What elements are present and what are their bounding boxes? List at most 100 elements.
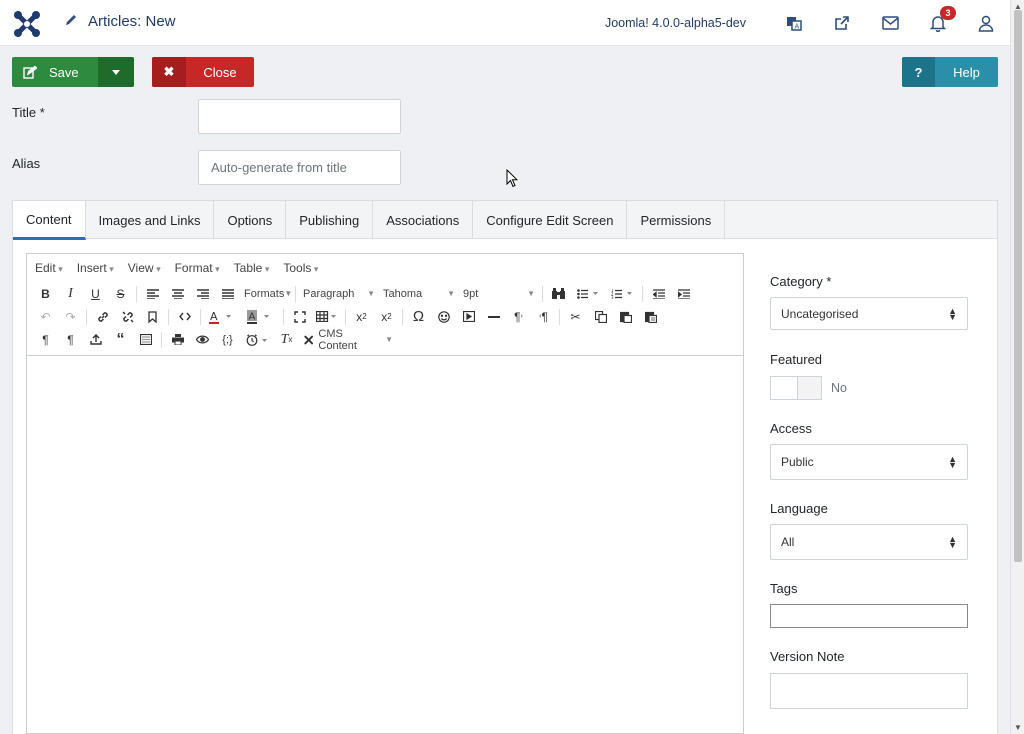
rtl-icon[interactable]: ‹ ¶ <box>531 306 556 328</box>
bullet-list-icon[interactable] <box>571 283 605 305</box>
redo-icon[interactable]: ↷ <box>58 306 83 328</box>
paragraph-ltr-icon[interactable]: ¶ <box>33 329 58 351</box>
fullscreen-icon[interactable] <box>287 306 312 328</box>
text-color-icon[interactable]: A <box>204 306 242 328</box>
page-title: Articles: New <box>88 13 176 30</box>
indent-icon[interactable] <box>671 283 696 305</box>
cut-icon[interactable]: ✂ <box>563 306 588 328</box>
unlink-icon[interactable] <box>115 306 140 328</box>
save-button[interactable]: Save <box>12 57 98 87</box>
align-left-icon[interactable] <box>140 283 165 305</box>
language-icon[interactable]: A <box>770 0 818 46</box>
background-color-icon[interactable]: A <box>242 306 280 328</box>
ltr-icon[interactable]: ¶ › <box>506 306 531 328</box>
bold-icon[interactable]: B <box>33 283 58 305</box>
joomla-small-icon <box>304 335 314 344</box>
paragraph-rtl-icon[interactable]: ¶ <box>58 329 83 351</box>
special-character-icon[interactable]: Ω <box>406 306 431 328</box>
category-label: Category * <box>770 274 832 289</box>
blockquote-icon[interactable]: “ <box>108 329 133 351</box>
align-right-icon[interactable] <box>190 283 215 305</box>
language-label: Language <box>770 501 828 516</box>
table-icon[interactable] <box>312 306 342 328</box>
tags-input[interactable] <box>770 604 968 628</box>
font-size-dropdown[interactable]: 9pt ▼ <box>459 283 539 305</box>
access-select[interactable]: Public ▲ ▼ <box>770 444 968 480</box>
outdent-icon[interactable] <box>646 283 671 305</box>
emoticons-icon[interactable] <box>431 306 456 328</box>
tab-content[interactable]: Content <box>13 201 86 240</box>
alias-input[interactable]: Auto-generate from title <box>198 150 401 185</box>
help-button[interactable]: ? Help <box>902 57 998 87</box>
bookmark-icon[interactable] <box>140 306 165 328</box>
horizontal-rule-icon[interactable] <box>481 306 506 328</box>
bell-icon[interactable]: 3 <box>914 0 962 46</box>
preview-icon[interactable] <box>190 329 215 351</box>
paste-as-text-icon[interactable] <box>638 306 663 328</box>
menu-view[interactable]: View <box>128 261 161 275</box>
scroll-down-icon[interactable]: ▼ <box>1014 723 1022 732</box>
mail-icon[interactable] <box>866 0 914 46</box>
tab-permissions[interactable]: Permissions <box>627 201 726 239</box>
font-family-value: Tahoma <box>383 287 423 300</box>
language-select[interactable]: All ▲ ▼ <box>770 524 968 560</box>
insert-datetime-icon[interactable] <box>240 329 274 351</box>
media-icon[interactable] <box>456 306 481 328</box>
formats-dropdown[interactable]: Formats ▼ <box>240 283 292 305</box>
close-icon: ✖ <box>152 57 186 87</box>
tab-configure-edit-screen[interactable]: Configure Edit Screen <box>473 201 628 239</box>
editor-content-area[interactable] <box>27 355 743 734</box>
template-variable-icon[interactable]: {;} <box>215 329 240 351</box>
menu-tools[interactable]: Tools <box>283 261 318 275</box>
cms-content-dropdown[interactable]: CMS Content ▼ <box>299 328 397 352</box>
code-icon[interactable] <box>172 306 197 328</box>
paste-icon[interactable] <box>613 306 638 328</box>
tab-publishing[interactable]: Publishing <box>286 201 374 239</box>
link-icon[interactable] <box>90 306 115 328</box>
numbered-list-icon[interactable]: 123 <box>605 283 639 305</box>
tab-associations[interactable]: Associations <box>373 201 474 239</box>
toolbar-row-2: ↶ ↷ A A x2 x2 Ω ¶ › ‹ ¶ ✂ <box>27 305 743 328</box>
block-format-dropdown[interactable]: Paragraph ▼ <box>299 283 379 305</box>
font-family-dropdown[interactable]: Tahoma ▼ <box>379 283 459 305</box>
category-select[interactable]: Uncategorised ▲ ▼ <box>770 297 968 330</box>
title-label: Title * <box>12 105 45 120</box>
upload-icon[interactable] <box>83 329 108 351</box>
version-note-label: Version Note <box>770 649 845 664</box>
copy-icon[interactable] <box>588 306 613 328</box>
save-dropdown-toggle[interactable] <box>98 57 134 87</box>
align-justify-icon[interactable] <box>215 283 240 305</box>
toolbar-row-1: B I U S Formats ▼ Paragraph ▼ Tahoma ▼ 9pt ▼… <box>27 282 743 305</box>
featured-toggle[interactable] <box>770 376 822 400</box>
undo-icon[interactable]: ↶ <box>33 306 58 328</box>
version-link[interactable]: Joomla! 4.0.0-alpha5-dev <box>605 16 746 30</box>
vertical-scrollbar[interactable]: ▲ ▼ <box>1010 0 1024 734</box>
menu-edit[interactable]: Edit <box>35 261 63 275</box>
tab-images-and-links[interactable]: Images and Links <box>86 201 215 239</box>
menu-insert[interactable]: Insert <box>77 261 114 275</box>
version-note-input[interactable] <box>770 673 968 709</box>
clear-formatting-icon[interactable]: Tx <box>274 329 299 351</box>
strikethrough-icon[interactable]: S <box>108 283 133 305</box>
joomla-logo-icon[interactable] <box>12 9 42 39</box>
italic-icon[interactable]: I <box>58 283 83 305</box>
user-icon[interactable] <box>962 0 1010 46</box>
menu-table[interactable]: Table <box>234 261 270 275</box>
print-icon[interactable] <box>165 329 190 351</box>
template-icon[interactable] <box>133 329 158 351</box>
align-center-icon[interactable] <box>165 283 190 305</box>
category-value: Uncategorised <box>781 306 859 321</box>
question-icon: ? <box>902 57 935 87</box>
tab-options[interactable]: Options <box>214 201 287 239</box>
title-input[interactable] <box>198 99 401 134</box>
menu-format[interactable]: Format <box>175 261 220 275</box>
find-replace-icon[interactable] <box>546 283 571 305</box>
superscript-icon[interactable]: x2 <box>374 306 399 328</box>
article-options-sidebar: Category * Uncategorised ▲ ▼ Featured No … <box>754 253 985 734</box>
scrollbar-thumb[interactable] <box>1014 10 1022 562</box>
subscript-icon[interactable]: x2 <box>349 306 374 328</box>
close-button[interactable]: ✖ Close <box>152 57 254 87</box>
external-link-icon[interactable] <box>818 0 866 46</box>
block-format-value: Paragraph <box>303 287 355 300</box>
underline-icon[interactable]: U <box>83 283 108 305</box>
